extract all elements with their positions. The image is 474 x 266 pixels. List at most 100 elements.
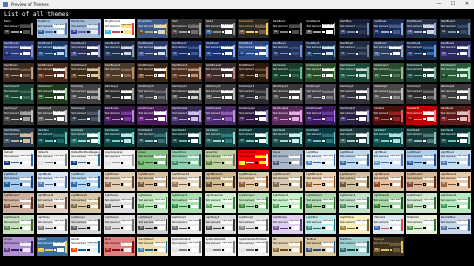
sample-scrollbar[interactable] <box>64 153 67 166</box>
sample-ok-button[interactable]: Ok <box>37 182 44 187</box>
sample-ok-button[interactable]: Ok <box>104 247 111 253</box>
sample-slider[interactable] <box>246 205 255 207</box>
sample-ok-button[interactable]: Ok <box>407 95 414 100</box>
sample-scrollbar[interactable] <box>199 110 201 123</box>
sample-checkbox[interactable] <box>221 226 224 230</box>
sample-scrollbar[interactable] <box>299 240 302 253</box>
sample-checkbox[interactable] <box>355 248 359 252</box>
sample-scrollbar[interactable] <box>434 23 437 35</box>
sample-combo[interactable] <box>124 139 132 143</box>
sample-combo[interactable] <box>191 52 199 56</box>
sample-slider[interactable] <box>145 96 154 98</box>
sample-checkbox[interactable] <box>87 96 90 99</box>
sample-slider[interactable] <box>44 75 53 77</box>
sample-combo[interactable] <box>224 52 232 56</box>
sample-slider[interactable] <box>78 249 87 251</box>
sample-scrollbar[interactable] <box>165 219 168 232</box>
sample-combo[interactable] <box>56 139 64 143</box>
sample-combo[interactable] <box>426 204 434 209</box>
sample-checkbox[interactable] <box>20 248 23 252</box>
sample-scrollbar[interactable] <box>64 66 67 79</box>
sample-checkbox[interactable] <box>87 226 90 230</box>
sample-scrollbar[interactable] <box>367 153 369 166</box>
sample-slider[interactable] <box>11 227 19 229</box>
sample-scrollbar[interactable] <box>367 131 369 144</box>
sample-combo[interactable] <box>292 139 300 143</box>
sample-slider[interactable] <box>44 53 53 55</box>
sample-slider[interactable] <box>313 96 322 98</box>
sample-ok-button[interactable]: Ok <box>71 73 78 78</box>
sample-combo[interactable] <box>258 204 266 209</box>
sample-scrollbar[interactable] <box>400 175 403 188</box>
sample-checkbox[interactable] <box>187 161 191 164</box>
sample-checkbox[interactable] <box>389 30 392 34</box>
sample-scrollbar[interactable] <box>367 197 369 210</box>
sample-scrollbar[interactable] <box>98 175 101 188</box>
sample-slider[interactable] <box>447 118 456 120</box>
sample-checkbox[interactable] <box>288 139 292 143</box>
sample-ok-button[interactable]: Ok <box>104 29 111 35</box>
sample-slider[interactable] <box>178 96 187 98</box>
sample-slider[interactable] <box>212 75 221 77</box>
sample-ok-button[interactable]: Ok <box>306 204 313 209</box>
sample-combo[interactable] <box>191 248 199 252</box>
sample-combo[interactable] <box>392 182 400 187</box>
sample-slider[interactable] <box>78 31 87 33</box>
sample-ok-button[interactable]: Ok <box>306 73 313 78</box>
sample-slider[interactable] <box>279 162 288 164</box>
sample-checkbox[interactable] <box>154 30 157 34</box>
sample-slider[interactable] <box>246 183 255 186</box>
sample-combo[interactable] <box>426 52 434 56</box>
sample-ok-button[interactable]: Ok <box>4 95 10 100</box>
sample-scrollbar[interactable] <box>64 110 67 123</box>
sample-scrollbar[interactable] <box>367 240 369 253</box>
sample-checkbox[interactable] <box>322 96 325 99</box>
sample-ok-button[interactable]: Ok <box>37 204 44 209</box>
sample-scrollbar[interactable] <box>434 88 437 101</box>
sample-slider[interactable] <box>44 96 53 98</box>
sample-combo[interactable] <box>90 248 98 252</box>
sample-combo[interactable] <box>325 139 333 143</box>
sample-checkbox[interactable] <box>389 96 392 99</box>
sample-ok-button[interactable]: Ok <box>440 73 447 78</box>
sample-scrollbar[interactable] <box>232 240 235 253</box>
sample-scrollbar[interactable] <box>64 44 67 57</box>
sample-checkbox[interactable] <box>456 96 460 99</box>
sample-ok-button[interactable]: Ok <box>205 204 212 209</box>
sample-ok-button[interactable]: Ok <box>205 117 212 122</box>
sample-checkbox[interactable] <box>20 183 23 186</box>
sample-combo[interactable] <box>325 226 333 230</box>
sample-ok-button[interactable]: Ok <box>71 29 78 35</box>
sample-checkbox[interactable] <box>20 52 23 55</box>
sample-scrollbar[interactable] <box>434 131 437 144</box>
sample-checkbox[interactable] <box>355 226 359 230</box>
sample-scrollbar[interactable] <box>266 44 269 57</box>
sample-slider[interactable] <box>212 162 221 164</box>
sample-combo[interactable] <box>359 248 367 252</box>
sample-slider[interactable] <box>11 31 19 33</box>
sample-ok-button[interactable]: Ok <box>373 95 380 100</box>
sample-slider[interactable] <box>279 118 288 120</box>
sample-slider[interactable] <box>380 162 389 164</box>
sample-combo[interactable] <box>359 161 367 165</box>
sample-combo[interactable] <box>191 204 199 209</box>
sample-slider[interactable] <box>78 227 87 229</box>
sample-ok-button[interactable]: Ok <box>239 95 246 100</box>
sample-ok-button[interactable]: Ok <box>306 117 313 122</box>
sample-ok-button[interactable]: Ok <box>373 138 380 144</box>
sample-checkbox[interactable] <box>288 226 292 230</box>
sample-checkbox[interactable] <box>120 96 124 99</box>
sample-checkbox[interactable] <box>53 139 56 143</box>
sample-combo[interactable] <box>157 30 165 34</box>
sample-checkbox[interactable] <box>187 183 191 186</box>
sample-scrollbar[interactable] <box>367 110 369 123</box>
sample-scrollbar[interactable] <box>467 175 470 188</box>
sample-combo[interactable] <box>90 182 98 187</box>
sample-slider[interactable] <box>44 31 53 33</box>
sample-slider[interactable] <box>380 96 389 98</box>
sample-scrollbar[interactable] <box>434 66 437 79</box>
sample-slider[interactable] <box>111 227 120 229</box>
sample-scrollbar[interactable] <box>367 44 369 57</box>
sample-checkbox[interactable] <box>187 205 191 208</box>
sample-ok-button[interactable]: Ok <box>37 95 44 100</box>
